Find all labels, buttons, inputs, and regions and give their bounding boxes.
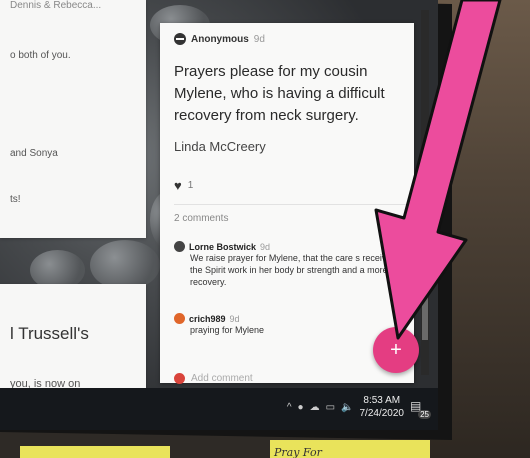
pink-arrow-annotation (374, 0, 502, 340)
arrow-shape (374, 0, 502, 340)
photo-scene: Dennis & Rebecca... o both of you. and S… (0, 0, 530, 458)
